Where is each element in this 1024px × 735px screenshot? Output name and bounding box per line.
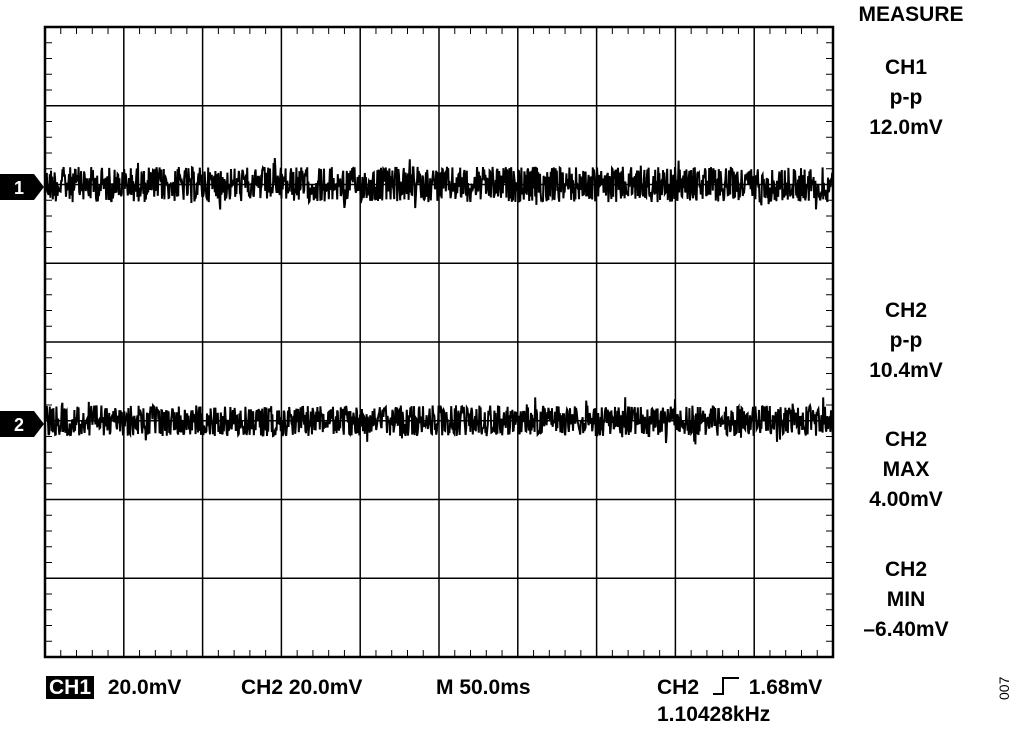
figure-id: 007: [996, 676, 1012, 700]
readout-channel: CH2: [884, 299, 927, 322]
readout-value: 10.4mV: [869, 359, 943, 382]
measure-heading: MEASURE: [858, 3, 964, 26]
readout-value: 12.0mV: [869, 116, 943, 139]
readout-type: p-p: [889, 86, 923, 109]
graticule-grid: [43, 25, 835, 659]
readout-type: p-p: [889, 329, 923, 352]
channel-markers: 1 2: [0, 174, 44, 437]
readout-value: 4.00mV: [869, 488, 943, 511]
readout-channel: CH1: [884, 56, 927, 79]
readout-channel: CH2: [884, 558, 927, 581]
timebase-readout: M 50.0ms: [436, 676, 531, 699]
ch2-scale-readout: CH2 20.0mV: [241, 676, 363, 699]
readout-type: MIN: [886, 588, 926, 611]
ch1-scale-readout: CH1 20.0mV: [46, 676, 181, 700]
trigger-source: CH2: [657, 676, 700, 699]
ch1-marker-label: 1: [14, 178, 24, 198]
frequency-readout: 1.10428kHz: [657, 703, 771, 726]
readout-value: –6.40mV: [863, 618, 949, 641]
rising-edge-icon: [712, 677, 739, 695]
ch1-scale-value: 20.0mV: [107, 676, 182, 699]
ch1-badge: CH1: [46, 676, 95, 699]
readout-channel: CH2: [884, 428, 927, 451]
ch2-marker-label: 2: [14, 415, 24, 435]
trigger-level: 1.68mV: [748, 676, 823, 699]
readout-type: MAX: [882, 458, 930, 481]
trigger-readout: CH2 1.68mV: [657, 676, 822, 700]
